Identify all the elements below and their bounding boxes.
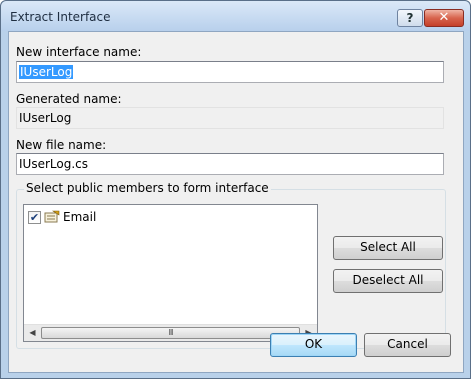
interface-name-label: New interface name: [16, 45, 142, 59]
ok-button[interactable]: OK [270, 333, 357, 357]
select-all-button[interactable]: Select All [333, 236, 443, 260]
interface-name-value: IUserLog [19, 65, 74, 79]
interface-name-input[interactable]: IUserLog [16, 61, 444, 83]
email-checkbox[interactable]: ✔ [28, 210, 41, 224]
members-groupbox: Select public members to form interface … [16, 181, 446, 349]
generated-name-field: IUserLog [16, 107, 444, 129]
file-name-input[interactable]: IUserLog.cs [16, 153, 444, 175]
deselect-all-button[interactable]: Deselect All [333, 269, 443, 293]
cancel-button[interactable]: Cancel [364, 333, 451, 357]
dialog-title: Extract Interface [10, 10, 111, 24]
list-item[interactable]: ✔ Email [28, 209, 96, 225]
close-button[interactable]: ✕ [424, 9, 464, 27]
help-button[interactable]: ? [397, 9, 423, 27]
members-listbox[interactable]: ✔ Email ◀ III ▶ [23, 204, 318, 342]
property-icon [44, 210, 60, 224]
scroll-left-icon[interactable]: ◀ [24, 325, 41, 341]
title-bar[interactable]: Extract Interface ? ✕ [1, 1, 470, 31]
scroll-thumb[interactable]: III [41, 327, 300, 339]
generated-name-label: Generated name: [16, 92, 122, 106]
extract-interface-dialog: Extract Interface ? ✕ New interface name… [0, 0, 471, 379]
dialog-body: New interface name: IUserLog Generated n… [8, 31, 464, 373]
member-label: Email [63, 210, 97, 224]
file-name-label: New file name: [16, 138, 107, 152]
members-group-title: Select public members to form interface [24, 181, 271, 195]
